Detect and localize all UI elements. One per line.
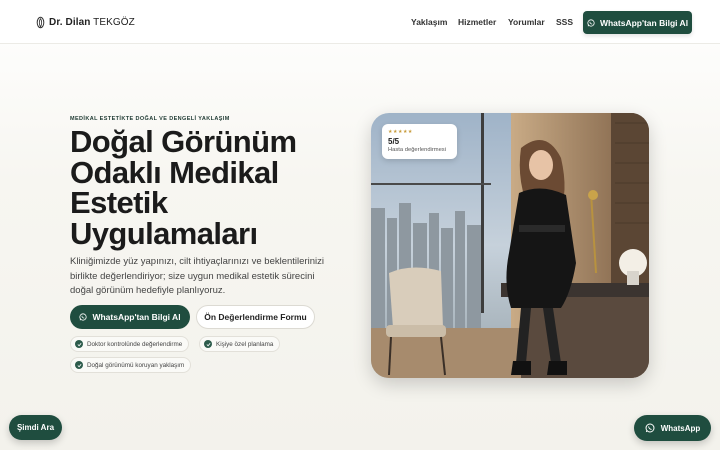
header-whatsapp-button[interactable]: WhatsApp'tan Bilgi Al (583, 11, 692, 34)
brand-name: Dr. Dilan TEKGÖZ (49, 16, 135, 28)
check-icon (75, 361, 83, 369)
nav-approach[interactable]: Yaklaşım (411, 17, 447, 27)
nav-services[interactable]: Hizmetler (458, 17, 496, 27)
headline-line: Odaklı Medikal (70, 154, 279, 190)
check-icon (75, 340, 83, 348)
hero-whatsapp-label: WhatsApp'tan Bilgi Al (92, 312, 181, 322)
floating-whatsapp-label: WhatsApp (660, 423, 701, 433)
header-whatsapp-label: WhatsApp'tan Bilgi Al (599, 17, 689, 28)
hero-headline: Doğal Görünüm Odaklı Medikal Estetik Uyg… (70, 124, 350, 251)
nav-reviews[interactable]: Yorumlar (508, 17, 545, 27)
rating-label: Hasta değerlendirmesi (388, 147, 446, 153)
headline-line: Doğal Görünüm (70, 124, 297, 159)
hero-lead: Kliniğimizde yüz yapınızı, cilt ihtiyaçl… (70, 256, 324, 296)
feature-chip-label: Doğal görünümü koruyan yaklaşım (87, 361, 185, 369)
pre-assessment-form-button[interactable]: Ön Değerlendirme Formu (196, 305, 315, 329)
headline-line: Uygulamaları (70, 215, 258, 251)
rating-score: 5/5 (388, 137, 400, 146)
floating-whatsapp-button[interactable]: WhatsApp (634, 415, 711, 441)
star-rating-icon: ★★★★★ (388, 129, 413, 135)
call-now-button[interactable]: Şimdi Ara (9, 415, 62, 440)
feature-chip-label: Doktor kontrolünde değerlendirme (87, 340, 183, 348)
feature-chip: Doğal görünümü koruyan yaklaşım (70, 357, 192, 373)
logo-mark-icon (36, 16, 45, 29)
headline-line: Estetik (70, 185, 168, 220)
feature-chip-label: Kişiye özel planlama (216, 340, 274, 348)
feature-chip: Kişiye özel planlama (199, 336, 281, 352)
rating-card: ★★★★★ 5/5 Hasta değerlendirmesi (382, 124, 457, 159)
brand-logo[interactable]: Dr. Dilan TEKGÖZ (36, 15, 135, 29)
whatsapp-icon (587, 18, 595, 27)
hero-whatsapp-button[interactable]: WhatsApp'tan Bilgi Al (70, 305, 190, 329)
hero-eyebrow: MEDİKAL ESTETİKTE DOĞAL VE DENGELİ YAKLA… (70, 116, 230, 122)
whatsapp-icon (645, 423, 655, 433)
nav-faq[interactable]: SSS (556, 17, 573, 27)
site-header: Dr. Dilan TEKGÖZ Yaklaşım Hizmetler Yoru… (0, 0, 720, 44)
whatsapp-icon (79, 313, 88, 321)
check-icon (204, 340, 212, 348)
feature-chip: Doktor kontrolünde değerlendirme (70, 336, 190, 352)
